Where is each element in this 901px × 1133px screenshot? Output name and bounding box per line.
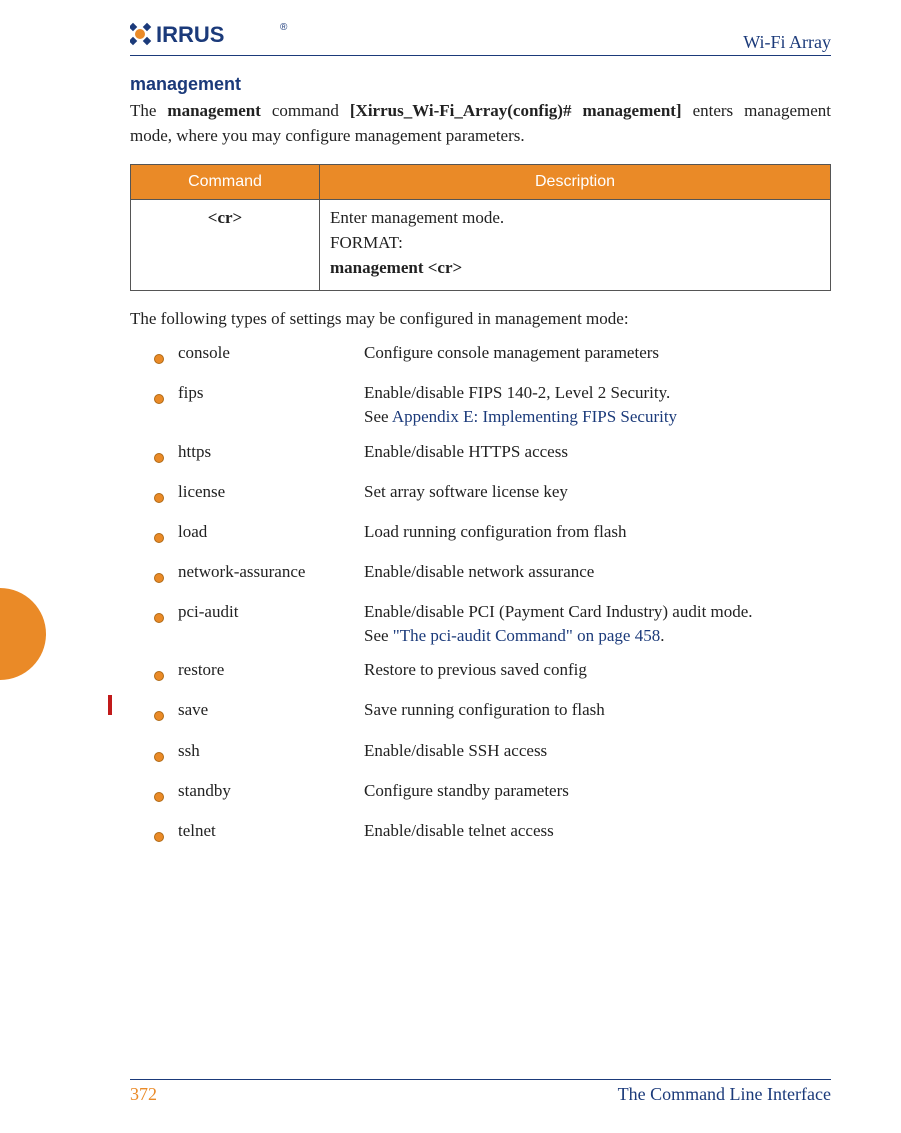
- setting-name: save: [178, 698, 364, 722]
- list-item: load Load running configuration from fla…: [154, 520, 831, 550]
- setting-name: pci-audit: [178, 600, 364, 624]
- bullet-icon: [154, 446, 178, 470]
- see-suffix: .: [660, 626, 664, 645]
- bullet-icon: [154, 526, 178, 550]
- table-description-cell: Enter management mode. FORMAT: managemen…: [320, 200, 831, 291]
- setting-desc: Configure standby parameters: [364, 779, 831, 803]
- setting-desc: Save running configuration to flash: [364, 698, 831, 722]
- setting-desc: Configure console management parameters: [364, 341, 831, 365]
- setting-desc: Enable/disable HTTPS access: [364, 440, 831, 464]
- desc-format-label: FORMAT:: [330, 233, 403, 252]
- list-item: fips Enable/disable FIPS 140-2, Level 2 …: [154, 381, 831, 429]
- bullet-icon: [154, 566, 178, 590]
- list-item: ssh Enable/disable SSH access: [154, 739, 831, 769]
- bullet-icon: [154, 825, 178, 849]
- setting-desc: Enable/disable PCI (Payment Card Industr…: [364, 600, 831, 648]
- command-table: Command Description <cr> Enter managemen…: [130, 164, 831, 291]
- intro-prompt: [Xirrus_Wi-Fi_Array(config)# management]: [350, 101, 682, 120]
- appendix-link[interactable]: Appendix E: Implementing FIPS Security: [392, 407, 677, 426]
- bullet-icon: [154, 664, 178, 688]
- intro-command-name: management: [167, 101, 260, 120]
- setting-desc-text: Enable/disable FIPS 140-2, Level 2 Secur…: [364, 383, 670, 402]
- list-item: standby Configure standby parameters: [154, 779, 831, 809]
- table-header-command: Command: [131, 165, 320, 200]
- list-item: network-assurance Enable/disable network…: [154, 560, 831, 590]
- svg-text:®: ®: [280, 22, 288, 33]
- setting-desc-text: Enable/disable PCI (Payment Card Industr…: [364, 602, 753, 621]
- settings-list: console Configure console management par…: [130, 341, 831, 849]
- setting-desc: Enable/disable SSH access: [364, 739, 831, 763]
- setting-name: network-assurance: [178, 560, 364, 584]
- table-row: <cr> Enter management mode. FORMAT: mana…: [131, 200, 831, 291]
- followup-text: The following types of settings may be c…: [130, 309, 831, 329]
- see-prefix: See: [364, 407, 392, 426]
- see-prefix: See: [364, 626, 393, 645]
- intro-paragraph: The management command [Xirrus_Wi-Fi_Arr…: [130, 99, 831, 148]
- table-header-description: Description: [320, 165, 831, 200]
- list-item: https Enable/disable HTTPS access: [154, 440, 831, 470]
- desc-line: Enter management mode.: [330, 208, 504, 227]
- product-title: Wi-Fi Array: [743, 32, 831, 53]
- bullet-icon: [154, 745, 178, 769]
- footer-section-title: The Command Line Interface: [618, 1084, 831, 1105]
- bullet-icon: [154, 704, 178, 728]
- bullet-icon: [154, 606, 178, 630]
- setting-name: standby: [178, 779, 364, 803]
- intro-text: The: [130, 101, 167, 120]
- svg-text:IRRUS: IRRUS: [156, 22, 224, 47]
- table-command-cell: <cr>: [131, 200, 320, 291]
- bullet-icon: [154, 347, 178, 371]
- setting-desc: Enable/disable telnet access: [364, 819, 831, 843]
- list-item: license Set array software license key: [154, 480, 831, 510]
- setting-name: console: [178, 341, 364, 365]
- list-item: save Save running configuration to flash: [154, 698, 831, 728]
- page-body: IRRUS ® Wi-Fi Array management The manag…: [0, 0, 901, 1133]
- setting-name: license: [178, 480, 364, 504]
- setting-name: telnet: [178, 819, 364, 843]
- setting-desc: Set array software license key: [364, 480, 831, 504]
- setting-desc: Enable/disable network assurance: [364, 560, 831, 584]
- intro-text: command: [261, 101, 350, 120]
- page-number: 372: [130, 1084, 157, 1105]
- page-ref-link[interactable]: "The pci-audit Command" on page 458: [393, 626, 660, 645]
- desc-format-value: management <cr>: [330, 258, 462, 277]
- section-heading: management: [130, 74, 831, 95]
- list-item: pci-audit Enable/disable PCI (Payment Ca…: [154, 600, 831, 648]
- setting-desc: Enable/disable FIPS 140-2, Level 2 Secur…: [364, 381, 831, 429]
- page-footer: 372 The Command Line Interface: [130, 1079, 831, 1105]
- bullet-icon: [154, 387, 178, 411]
- setting-desc: Restore to previous saved config: [364, 658, 831, 682]
- list-item: telnet Enable/disable telnet access: [154, 819, 831, 849]
- setting-name: load: [178, 520, 364, 544]
- setting-name: https: [178, 440, 364, 464]
- xirrus-logo: IRRUS ®: [130, 20, 290, 53]
- setting-name: ssh: [178, 739, 364, 763]
- setting-name: fips: [178, 381, 364, 405]
- bullet-icon: [154, 785, 178, 809]
- page-header: IRRUS ® Wi-Fi Array: [130, 20, 831, 56]
- bullet-icon: [154, 486, 178, 510]
- setting-name: restore: [178, 658, 364, 682]
- setting-desc: Load running configuration from flash: [364, 520, 831, 544]
- list-item: console Configure console management par…: [154, 341, 831, 371]
- list-item: restore Restore to previous saved config: [154, 658, 831, 688]
